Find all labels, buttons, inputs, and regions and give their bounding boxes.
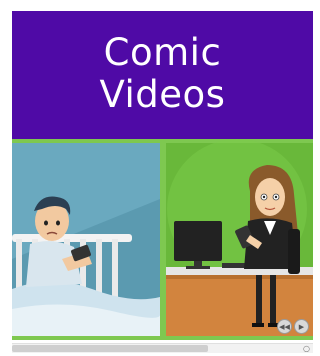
scrollbar-thumb[interactable] bbox=[12, 345, 208, 352]
prev-icon[interactable]: ◀◀ bbox=[277, 319, 292, 334]
scroll-right-icon[interactable]: ○ bbox=[302, 344, 311, 353]
horizontal-scrollbar[interactable]: ○ bbox=[12, 343, 313, 353]
comic-video-thumbnail[interactable]: ◀◀ ▶ bbox=[12, 139, 313, 340]
tile-title: Comic Videos bbox=[12, 11, 313, 116]
comic-scene-illustration bbox=[12, 139, 313, 340]
tile-title-line-1: Comic bbox=[103, 31, 222, 74]
video-controls: ◀◀ ▶ bbox=[277, 319, 309, 334]
tile-title-line-2: Videos bbox=[99, 73, 226, 116]
comic-videos-tile[interactable]: Comic Videos bbox=[12, 11, 313, 139]
next-icon[interactable]: ▶ bbox=[294, 319, 309, 334]
